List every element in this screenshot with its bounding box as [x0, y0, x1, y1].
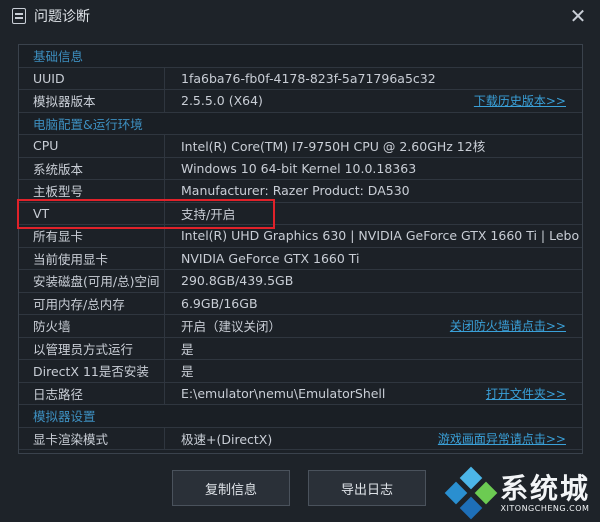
- table-row-current-gpu: 当前使用显卡 NVIDIA GeForce GTX 1660 Ti: [19, 247, 582, 270]
- section-header-emulator: 模拟器设置: [19, 405, 582, 428]
- table-row-directx: DirectX 11是否安装 是: [19, 360, 582, 383]
- open-folder-link[interactable]: 打开文件夹>>: [486, 385, 566, 402]
- diamond-logo-icon: [444, 466, 498, 520]
- row-label: DirectX 11是否安装: [33, 364, 149, 380]
- table-row-memory: 可用内存/总内存 6.9GB/16GB: [19, 292, 582, 315]
- render-issue-link[interactable]: 游戏画面异常请点击>>: [438, 430, 566, 447]
- row-value: 是: [181, 364, 194, 380]
- table-row-version: 模拟器版本 2.5.5.0 (X64) 下载历史版本>>: [19, 90, 582, 113]
- row-label: 所有显卡: [33, 229, 84, 245]
- row-label: 模拟器版本: [33, 94, 96, 110]
- close-button[interactable]: ✕: [566, 4, 590, 28]
- table-row-log-path: 日志路径 E:\emulator\nemu\EmulatorShell 打开文件…: [19, 382, 582, 405]
- row-label: 当前使用显卡: [33, 251, 109, 267]
- table-row-uuid: UUID 1fa6ba76-fb0f-4178-823f-5a71796a5c3…: [19, 67, 582, 90]
- row-value: Manufacturer: Razer Product: DA530: [181, 183, 410, 199]
- row-value: 是: [181, 341, 194, 357]
- section-header-basic: 基础信息: [19, 45, 582, 68]
- row-value: 290.8GB/439.5GB: [181, 273, 294, 289]
- row-value: Intel(R) Core(TM) I7-9750H CPU @ 2.60GHz…: [181, 139, 486, 155]
- row-label: 安装磁盘(可用/总)空间: [33, 274, 160, 290]
- table-row-disk: 安装磁盘(可用/总)空间 290.8GB/439.5GB: [19, 270, 582, 293]
- row-label: 防火墙: [33, 319, 71, 335]
- row-value: 6.9GB/16GB: [181, 295, 258, 311]
- row-value: NVIDIA GeForce GTX 1660 Ti: [181, 250, 360, 266]
- diagnosis-table: 基础信息 UUID 1fa6ba76-fb0f-4178-823f-5a7179…: [18, 44, 583, 454]
- table-row-render: 显卡渲染模式 极速+(DirectX) 游戏画面异常请点击>>: [19, 427, 582, 450]
- row-value: Intel(R) UHD Graphics 630 | NVIDIA GeFor…: [181, 228, 582, 244]
- table-row-firewall: 防火墙 开启（建议关闭） 关闭防火墙请点击>>: [19, 315, 582, 338]
- row-label: 日志路径: [33, 386, 84, 402]
- table-row-board: 主板型号 Manufacturer: Razer Product: DA530: [19, 180, 582, 203]
- table-row-cpu: CPU Intel(R) Core(TM) I7-9750H CPU @ 2.6…: [19, 135, 582, 158]
- row-label: VT: [33, 205, 50, 221]
- section-header-pc-config: 电脑配置&运行环境: [19, 112, 582, 135]
- disable-firewall-link[interactable]: 关闭防火墙请点击>>: [450, 317, 566, 334]
- watermark-subtitle: XITONGCHENG.COM: [500, 503, 590, 513]
- document-icon: [12, 8, 26, 24]
- row-value: Windows 10 64-bit Kernel 10.0.18363: [181, 160, 417, 176]
- table-row-os: 系统版本 Windows 10 64-bit Kernel 10.0.18363: [19, 157, 582, 180]
- watermark: 系统城 XITONGCHENG.COM: [444, 466, 590, 520]
- title-bar: 问题诊断 ✕: [0, 0, 600, 32]
- row-label: 显卡渲染模式: [33, 431, 109, 447]
- row-label: CPU: [33, 138, 59, 154]
- table-row-gpus: 所有显卡 Intel(R) UHD Graphics 630 | NVIDIA …: [19, 225, 582, 248]
- row-label: 主板型号: [33, 184, 84, 200]
- export-log-button[interactable]: 导出日志: [308, 470, 426, 506]
- table-row-vt: VT 支持/开启: [19, 202, 582, 225]
- row-value: 1fa6ba76-fb0f-4178-823f-5a71796a5c32: [181, 70, 436, 86]
- copy-info-button[interactable]: 复制信息: [172, 470, 290, 506]
- table-row-admin: 以管理员方式运行 是: [19, 337, 582, 360]
- watermark-title: 系统城: [499, 471, 590, 505]
- close-icon: ✕: [569, 4, 587, 28]
- row-label: UUID: [33, 70, 65, 86]
- row-value: 支持/开启: [181, 206, 236, 222]
- row-label: 以管理员方式运行: [33, 341, 134, 357]
- row-label: 可用内存/总内存: [33, 296, 125, 312]
- row-label: 系统版本: [33, 161, 84, 177]
- window-title: 问题诊断: [34, 9, 90, 25]
- download-history-link[interactable]: 下载历史版本>>: [474, 92, 566, 109]
